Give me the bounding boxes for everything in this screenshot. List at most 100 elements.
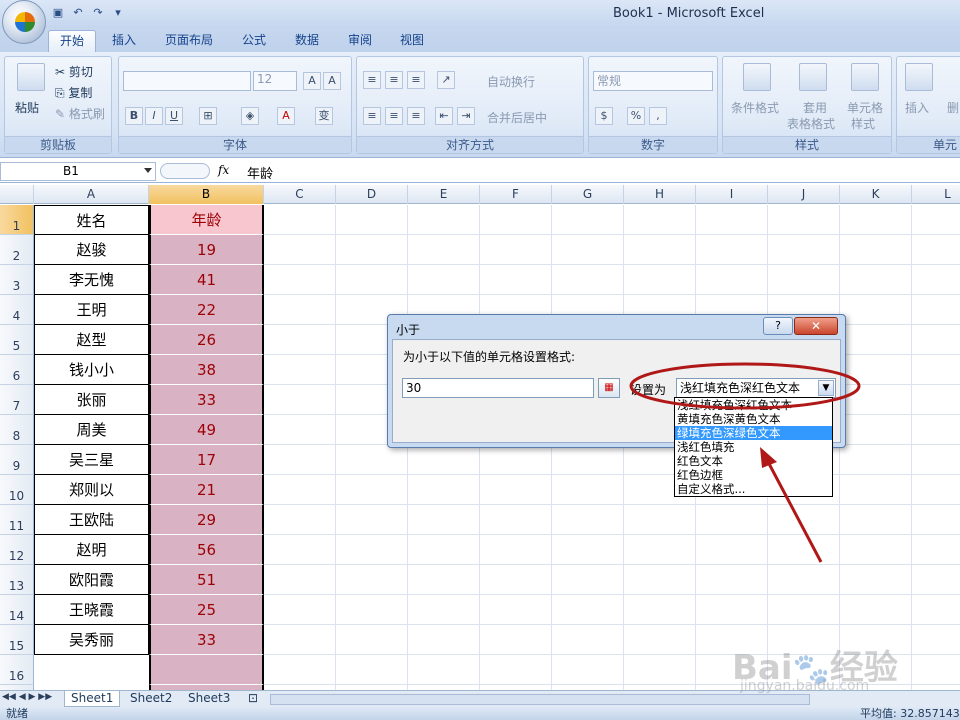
row-header[interactable]: 14 [0, 595, 34, 625]
tab-review[interactable]: 审阅 [338, 30, 382, 52]
column-header-g[interactable]: G [552, 185, 624, 204]
cut-button[interactable]: ✂ 剪切 [55, 63, 93, 80]
phonetic-icon[interactable]: 变 [315, 107, 333, 125]
column-header-d[interactable]: D [336, 185, 408, 204]
tab-page-layout[interactable]: 页面布局 [156, 30, 222, 52]
sheet-nav-arrows-icon[interactable]: ◀◀ ◀ ▶ ▶▶ [2, 692, 52, 702]
bold-button[interactable]: B [125, 107, 143, 125]
cell-name[interactable]: 张丽 [34, 385, 149, 415]
cell-name[interactable]: 欧阳霞 [34, 565, 149, 595]
insert-function-icon[interactable]: fx [218, 163, 229, 177]
column-header-k[interactable]: K [840, 185, 912, 204]
copy-button[interactable]: ⎘ 复制 [55, 84, 92, 101]
cell-age[interactable]: 29 [149, 505, 264, 535]
redo-icon[interactable]: ↷ [90, 5, 106, 21]
conditional-format-button[interactable]: 条件格式 [731, 99, 779, 116]
row-header[interactable]: 2 [0, 235, 34, 265]
fill-color-icon[interactable]: ◈ [241, 107, 259, 125]
row-header[interactable]: 4 [0, 295, 34, 325]
formula-cancel-enter[interactable] [160, 163, 210, 179]
threshold-input[interactable]: 30 [402, 378, 594, 398]
currency-icon[interactable]: $ [595, 107, 613, 125]
column-header-e[interactable]: E [408, 185, 480, 204]
dropdown-option[interactable]: 浅红色填充 [675, 440, 832, 454]
dropdown-option[interactable]: 红色文本 [675, 454, 832, 468]
paste-button[interactable]: 粘贴 [15, 99, 39, 116]
dropdown-option-highlighted[interactable]: 绿填充色深绿色文本 [675, 426, 832, 440]
format-select[interactable]: 浅红填充色深红色文本 ▼ [676, 378, 836, 398]
column-header-l[interactable]: L [912, 185, 960, 204]
sheet-tab-1[interactable]: Sheet1 [64, 691, 121, 707]
cell-name[interactable]: 李无愧 [34, 265, 149, 295]
cell-name[interactable]: 郑则以 [34, 475, 149, 505]
align-middle-icon[interactable]: ≡ [385, 71, 403, 89]
delete-cells-button[interactable]: 删 [947, 99, 959, 116]
cell-name[interactable]: 钱小小 [34, 355, 149, 385]
cell-name[interactable]: 王晓霞 [34, 595, 149, 625]
row-header[interactable]: 16 [0, 655, 34, 685]
sheet-tab-3[interactable]: Sheet3 [182, 691, 236, 707]
chevron-down-icon[interactable] [144, 168, 152, 173]
comma-icon[interactable]: , [649, 107, 667, 125]
font-name-select[interactable] [123, 71, 251, 91]
row-header[interactable]: 10 [0, 475, 34, 505]
row-header[interactable]: 9 [0, 445, 34, 475]
column-header-i[interactable]: I [696, 185, 768, 204]
align-center-icon[interactable]: ≡ [385, 107, 403, 125]
select-all-corner[interactable] [0, 185, 34, 204]
tab-formulas[interactable]: 公式 [232, 30, 276, 52]
cell-age[interactable]: 38 [149, 355, 264, 385]
shrink-font-icon[interactable]: A [323, 72, 341, 90]
cell-age[interactable] [149, 655, 264, 685]
cell-age[interactable]: 41 [149, 265, 264, 295]
row-header[interactable]: 6 [0, 355, 34, 385]
row-header[interactable]: 7 [0, 385, 34, 415]
cell-name[interactable]: 赵型 [34, 325, 149, 355]
save-icon[interactable]: ▣ [50, 5, 66, 21]
row-header[interactable]: 15 [0, 625, 34, 655]
italic-button[interactable]: I [145, 107, 163, 125]
align-left-icon[interactable]: ≡ [363, 107, 381, 125]
dropdown-option[interactable]: 黄填充色深黄色文本 [675, 412, 832, 426]
borders-icon[interactable]: ⊞ [199, 107, 217, 125]
help-button[interactable]: ? [763, 317, 793, 335]
insert-sheet-icon[interactable]: ⊡ [242, 691, 264, 707]
column-header-a[interactable]: A [34, 185, 149, 204]
customize-qat-icon[interactable]: ▾ [110, 5, 126, 21]
tab-home[interactable]: 开始 [48, 30, 96, 52]
dropdown-option[interactable]: 浅红填充色深红色文本 [675, 398, 832, 412]
cell-age[interactable]: 21 [149, 475, 264, 505]
cell-name[interactable]: 周美 [34, 415, 149, 445]
cell-age[interactable]: 19 [149, 235, 264, 265]
office-button[interactable] [2, 0, 46, 44]
cell-name[interactable]: 王明 [34, 295, 149, 325]
cell-age[interactable]: 51 [149, 565, 264, 595]
cell-age[interactable]: 26 [149, 325, 264, 355]
tab-data[interactable]: 数据 [284, 30, 330, 52]
font-size-select[interactable]: 12 [253, 71, 297, 91]
row-header[interactable]: 11 [0, 505, 34, 535]
underline-button[interactable]: U [165, 107, 183, 125]
cell-name[interactable]: 赵明 [34, 535, 149, 565]
align-top-icon[interactable]: ≡ [363, 71, 381, 89]
cell-age[interactable]: 17 [149, 445, 264, 475]
insert-cells-icon[interactable] [905, 63, 933, 91]
name-box[interactable]: B1 [0, 162, 156, 181]
format-as-table-line2[interactable]: 表格格式 [787, 115, 835, 132]
number-format-select[interactable]: 常规 [593, 71, 713, 91]
sheet-tab-2[interactable]: Sheet2 [124, 691, 178, 707]
row-header[interactable]: 5 [0, 325, 34, 355]
close-button[interactable]: ✕ [794, 317, 838, 335]
align-bottom-icon[interactable]: ≡ [407, 71, 425, 89]
column-header-j[interactable]: J [768, 185, 840, 204]
column-header-c[interactable]: C [264, 185, 336, 204]
tab-insert[interactable]: 插入 [102, 30, 146, 52]
cell-name[interactable]: 王欧陆 [34, 505, 149, 535]
insert-cells-button[interactable]: 插入 [905, 99, 929, 116]
range-select-icon[interactable]: ▦ [598, 378, 620, 398]
dropdown-option[interactable]: 红色边框 [675, 468, 832, 482]
cell-age[interactable]: 33 [149, 385, 264, 415]
row-header[interactable]: 8 [0, 415, 34, 445]
cell-age[interactable]: 49 [149, 415, 264, 445]
cell-age[interactable]: 25 [149, 595, 264, 625]
